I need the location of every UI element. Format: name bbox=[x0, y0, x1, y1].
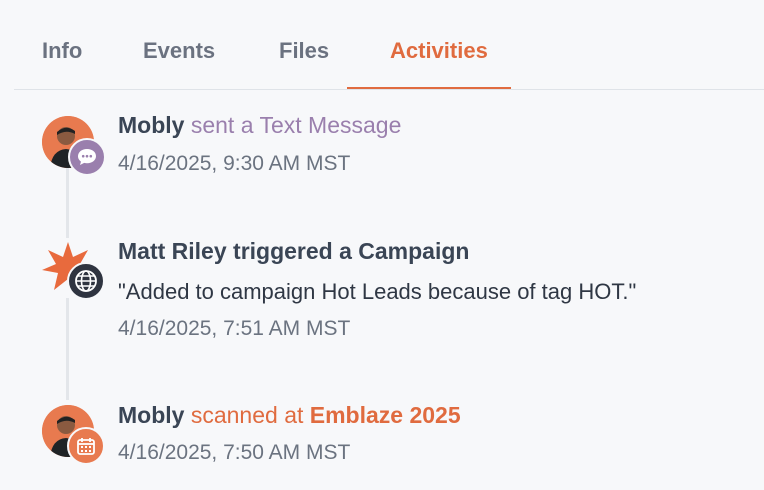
tab-events[interactable]: Events bbox=[143, 38, 215, 64]
calendar-icon bbox=[67, 427, 105, 465]
activity-detail: "Added to campaign Hot Leads because of … bbox=[118, 279, 637, 304]
timeline-connector bbox=[66, 168, 69, 238]
tab-bar: Info Events Files Activities bbox=[14, 0, 764, 90]
activity-actor[interactable]: Mobly bbox=[118, 402, 184, 428]
tab-info[interactable]: Info bbox=[42, 38, 82, 64]
activity-title: Mobly scanned at Emblaze 2025 bbox=[118, 402, 461, 429]
tab-files[interactable]: Files bbox=[279, 38, 329, 64]
activity-verb: triggered a Campaign bbox=[233, 238, 470, 264]
tab-activities[interactable]: Activities bbox=[390, 38, 488, 64]
activity-panel: Info Events Files Activities Mobly sent … bbox=[0, 0, 764, 490]
activity-title: Mobly sent a Text Message bbox=[118, 112, 401, 139]
active-tab-indicator bbox=[347, 87, 511, 89]
chat-bubble-icon bbox=[68, 138, 106, 176]
activity-verb: scanned at bbox=[190, 402, 304, 428]
activity-target-link[interactable]: Emblaze 2025 bbox=[310, 402, 461, 428]
activity-timestamp: 4/16/2025, 7:51 AM MST bbox=[118, 317, 351, 340]
activity-verb: sent a Text Message bbox=[190, 112, 402, 138]
activity-timestamp: 4/16/2025, 9:30 AM MST bbox=[118, 152, 351, 175]
activity-title: Matt Riley triggered a Campaign bbox=[118, 238, 469, 265]
activity-timestamp: 4/16/2025, 7:50 AM MST bbox=[118, 441, 351, 464]
activity-actor[interactable]: Matt Riley bbox=[118, 238, 227, 264]
timeline-connector bbox=[66, 298, 69, 400]
globe-icon bbox=[67, 262, 105, 300]
activity-actor[interactable]: Mobly bbox=[118, 112, 184, 138]
